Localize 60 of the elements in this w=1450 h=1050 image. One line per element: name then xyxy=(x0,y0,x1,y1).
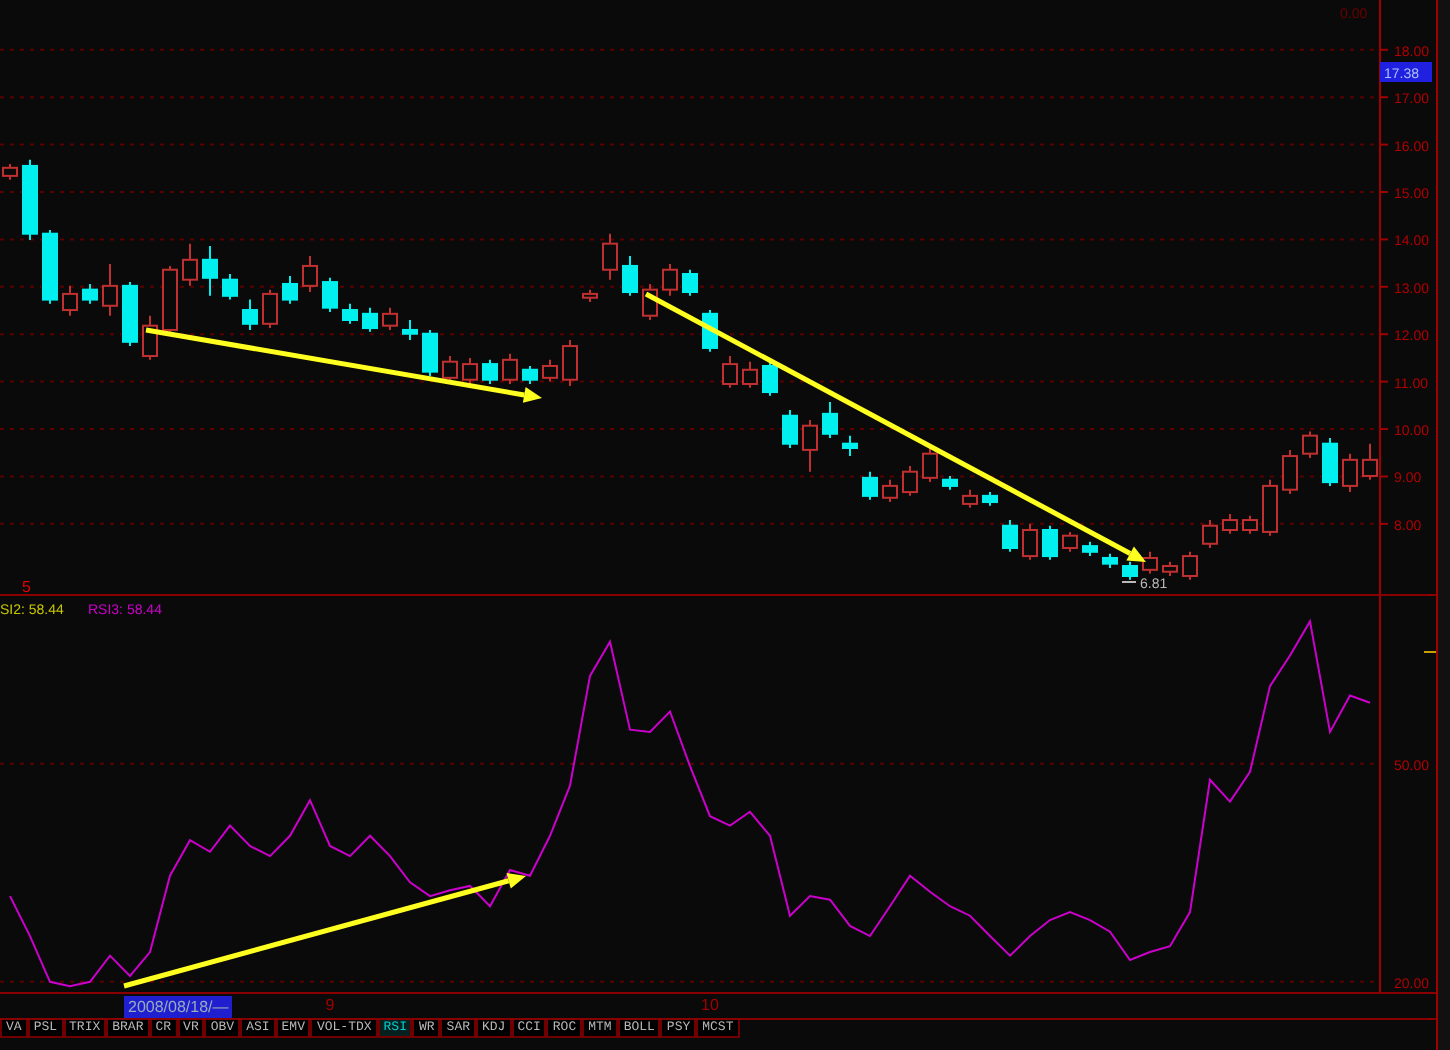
candlestick xyxy=(822,401,838,440)
candlestick xyxy=(62,284,78,317)
candlestick xyxy=(322,276,338,313)
candlestick xyxy=(542,358,558,383)
panel-marker: 5 xyxy=(22,578,31,594)
candlestick xyxy=(1182,550,1198,581)
candlestick xyxy=(1042,524,1058,561)
candlestick xyxy=(182,242,198,287)
candlestick xyxy=(362,306,378,333)
candlestick xyxy=(302,254,318,294)
candlestick xyxy=(662,263,678,297)
candlestick xyxy=(1122,560,1138,581)
candlestick xyxy=(422,328,438,377)
candlestick xyxy=(1222,512,1238,535)
candlestick xyxy=(622,254,638,297)
cursor-date-label: 2008/08/18/— xyxy=(124,995,233,1017)
candlestick xyxy=(222,273,238,301)
candlestick xyxy=(742,360,758,389)
candlestick xyxy=(402,318,418,341)
candlestick xyxy=(482,358,498,385)
candlestick xyxy=(242,298,258,331)
candlestick xyxy=(1022,522,1038,561)
candlestick xyxy=(382,306,398,331)
candlestick xyxy=(502,352,518,385)
candlestick xyxy=(1322,437,1338,487)
candlestick xyxy=(262,288,278,330)
candlestick xyxy=(762,358,778,397)
candlestick xyxy=(882,478,898,504)
candlestick xyxy=(1302,430,1318,459)
candlestick xyxy=(862,470,878,501)
candlestick xyxy=(282,274,298,305)
candlestick xyxy=(1062,530,1078,553)
candlestick xyxy=(802,419,818,473)
candlestick xyxy=(902,465,918,497)
month-label: 10 xyxy=(701,994,719,1018)
candlestick xyxy=(342,302,358,325)
candlestick xyxy=(962,488,978,509)
candlestick xyxy=(722,355,738,389)
candlestick xyxy=(1342,452,1358,494)
candlestick xyxy=(602,232,618,281)
candlestick xyxy=(202,245,218,297)
candlestick xyxy=(102,263,118,317)
candlestick xyxy=(922,446,938,484)
last-price-tag xyxy=(1380,62,1432,82)
candlestick xyxy=(1202,519,1218,550)
candlestick xyxy=(562,338,578,387)
candlestick xyxy=(1262,478,1278,537)
candlestick xyxy=(522,364,538,385)
candlestick xyxy=(782,409,798,449)
candlestick xyxy=(1242,514,1258,535)
candlestick xyxy=(1282,448,1298,495)
candlestick xyxy=(842,434,858,458)
candlestick xyxy=(442,355,458,383)
candlestick xyxy=(462,356,478,385)
candlestick xyxy=(82,282,98,305)
candlestick xyxy=(682,268,698,297)
month-label: 9 xyxy=(325,994,335,1018)
candlestick xyxy=(1142,550,1158,575)
candlestick xyxy=(1362,442,1378,481)
candlestick xyxy=(1002,519,1018,553)
